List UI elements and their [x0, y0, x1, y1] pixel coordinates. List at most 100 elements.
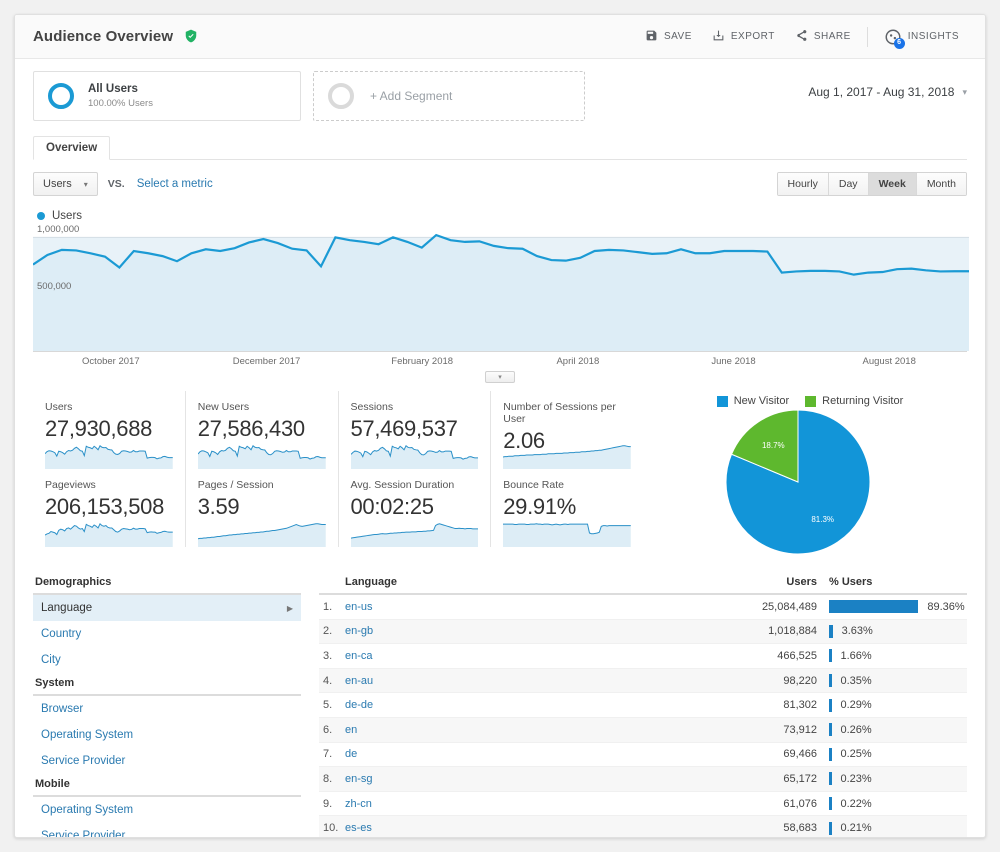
export-button[interactable]: EXPORT	[702, 23, 785, 51]
share-button[interactable]: SHARE	[785, 23, 861, 51]
segment-all-users[interactable]: All Users 100.00% Users	[33, 71, 301, 121]
primary-metric-select[interactable]: Users ▾	[33, 172, 98, 196]
row-language: en-au	[345, 675, 697, 687]
table-row[interactable]: 8. en-sg 65,172 0.23%	[319, 767, 967, 792]
x-axis: October 2017 December 2017 February 2018…	[33, 351, 967, 367]
new-vs-returning-chart: New Visitor Returning Visitor 81.3% 18.7%	[643, 391, 967, 562]
table-row[interactable]: 10. es-es 58,683 0.21%	[319, 816, 967, 837]
x-tick-0: October 2017	[82, 356, 140, 367]
chart-zoom-handle[interactable]: ▾	[485, 371, 515, 383]
granularity-toggle: Hourly Day Week Month	[776, 172, 967, 196]
table-row[interactable]: 3. en-ca 466,525 1.66%	[319, 644, 967, 669]
metric-card-users[interactable]: Users 27,930,688	[33, 391, 186, 469]
add-segment-button[interactable]: + Add Segment	[313, 71, 585, 121]
insights-button[interactable]: 6 INSIGHTS	[874, 22, 969, 52]
metric-card-row-2: Pageviews 206,153,508 Pages / Session 3.…	[33, 469, 643, 547]
table-row[interactable]: 6. en 73,912 0.26%	[319, 717, 967, 743]
metric-card-sessions[interactable]: Sessions 57,469,537	[339, 391, 492, 469]
row-pct-users: 0.35%	[817, 674, 967, 688]
svg-text:18.7%: 18.7%	[762, 441, 785, 450]
header-divider	[866, 26, 868, 47]
analytics-report-window: Audience Overview SAVE EXPORT SHARE 6 IN…	[14, 14, 986, 838]
pct-label: 89.36%	[927, 600, 965, 613]
sparkline-sessions-per-user	[503, 443, 631, 469]
save-button[interactable]: SAVE	[635, 23, 702, 51]
pct-label: 0.23%	[840, 772, 872, 785]
language-link[interactable]: en-ca	[345, 650, 373, 662]
chevron-right-icon: ▶	[286, 603, 293, 613]
report-tabs: Overview	[33, 135, 967, 160]
language-link[interactable]: zh-cn	[345, 798, 372, 810]
pct-bar	[829, 624, 833, 638]
sidebar-item-operating-system[interactable]: Operating System	[33, 797, 301, 823]
sparkline-avg-duration	[350, 521, 479, 547]
language-link[interactable]: en-gb	[345, 625, 373, 637]
language-link[interactable]: de	[345, 748, 357, 760]
pie-svg[interactable]: 81.3% 18.7%	[653, 407, 943, 557]
language-link[interactable]: es-es	[345, 822, 372, 834]
row-users: 1,018,884	[768, 625, 817, 638]
row-pct-users: 89.36%	[817, 600, 967, 614]
page-title: Audience Overview	[33, 28, 198, 45]
table-row[interactable]: 4. en-au 98,220 0.35%	[319, 668, 967, 694]
row-users: 58,683	[783, 822, 817, 835]
pie-legend-returning-visitor[interactable]: Returning Visitor	[805, 395, 903, 407]
metric-card-sessions-per-user[interactable]: Number of Sessions per User 2.06	[491, 391, 643, 469]
metric-card-row-1: Users 27,930,688 New Users 27,586,430 Se…	[33, 391, 643, 469]
granularity-month[interactable]: Month	[916, 173, 966, 195]
x-tick-5: August 2018	[862, 356, 916, 367]
language-link[interactable]: en-au	[345, 675, 373, 687]
language-link[interactable]: en-us	[345, 601, 373, 613]
pct-label: 0.26%	[840, 723, 872, 736]
share-label: SHARE	[813, 31, 851, 42]
sidebar-item-city[interactable]: City	[33, 647, 301, 673]
sidebar-item-service-provider[interactable]: Service Provider	[33, 823, 301, 837]
segment-name: All Users	[88, 82, 138, 95]
metric-card-bounce-rate[interactable]: Bounce Rate 29.91%	[491, 469, 643, 547]
svg-text:81.3%: 81.3%	[811, 515, 834, 524]
sidebar-item-service-provider[interactable]: Service Provider	[33, 748, 301, 774]
sidebar-item-browser[interactable]: Browser	[33, 696, 301, 722]
table-row[interactable]: 1. en-us 25,084,489 89.36%	[319, 595, 967, 620]
table-row[interactable]: 9. zh-cn 61,076 0.22%	[319, 792, 967, 817]
metric-card-new-users[interactable]: New Users 27,586,430	[186, 391, 339, 469]
sparkline-sessions	[350, 443, 479, 469]
row-pct-users: 0.22%	[817, 797, 967, 811]
granularity-hourly[interactable]: Hourly	[777, 173, 829, 195]
primary-metric-label: Users	[43, 178, 72, 190]
row-index: 8.	[323, 772, 333, 785]
pct-bar	[829, 772, 832, 786]
chart-controls: Users ▾ VS. Select a metric Hourly Day W…	[15, 160, 985, 196]
detail-section: Demographics Language ▶ Country City System Br…	[15, 562, 985, 837]
add-segment-label: + Add Segment	[370, 89, 453, 103]
row-language: en	[345, 724, 697, 736]
language-link[interactable]: de-de	[345, 699, 373, 711]
sidebar-item-label: City	[41, 654, 61, 666]
sidebar-item-operating-system[interactable]: Operating System	[33, 722, 301, 748]
table-row[interactable]: 5. de-de 81,302 0.29%	[319, 693, 967, 718]
tab-overview[interactable]: Overview	[33, 136, 111, 160]
date-range-selector[interactable]: Aug 1, 2017 - Aug 31, 2018 ▾	[808, 71, 967, 99]
select-a-metric-link[interactable]: Select a metric	[137, 178, 213, 190]
metric-card-avg-session-duration[interactable]: Avg. Session Duration 00:02:25	[339, 469, 492, 547]
insights-icon: 6	[884, 28, 905, 49]
pie-legend-new-visitor[interactable]: New Visitor	[716, 395, 789, 407]
granularity-week[interactable]: Week	[868, 173, 917, 195]
table-row[interactable]: 7. de 69,466 0.25%	[319, 743, 967, 768]
table-row[interactable]: 2. en-gb 1,018,884 3.63%	[319, 619, 967, 645]
metric-value: 57,469,537	[350, 416, 458, 441]
users-over-time-chart[interactable]: 1,000,000 500,000	[33, 224, 969, 351]
language-link[interactable]: en-sg	[345, 773, 373, 785]
table-body: 1. en-us 25,084,489 89.36% 2. en-gb 1,018,884 3…	[319, 595, 967, 837]
granularity-day[interactable]: Day	[828, 173, 869, 195]
row-index: 6.	[323, 723, 333, 736]
sidebar-item-language[interactable]: Language ▶	[33, 595, 301, 621]
metric-card-pageviews[interactable]: Pageviews 206,153,508	[33, 469, 186, 547]
language-table: Language Users % Users 1. en-us 25,084,489…	[319, 572, 967, 837]
language-link[interactable]: en	[345, 724, 357, 736]
segment-text: All Users 100.00% Users	[88, 82, 153, 110]
sidebar-item-country[interactable]: Country	[33, 621, 301, 647]
sparkline-pages-session	[197, 521, 326, 547]
metric-card-pages-per-session[interactable]: Pages / Session 3.59	[186, 469, 339, 547]
verified-shield-icon	[184, 29, 198, 43]
